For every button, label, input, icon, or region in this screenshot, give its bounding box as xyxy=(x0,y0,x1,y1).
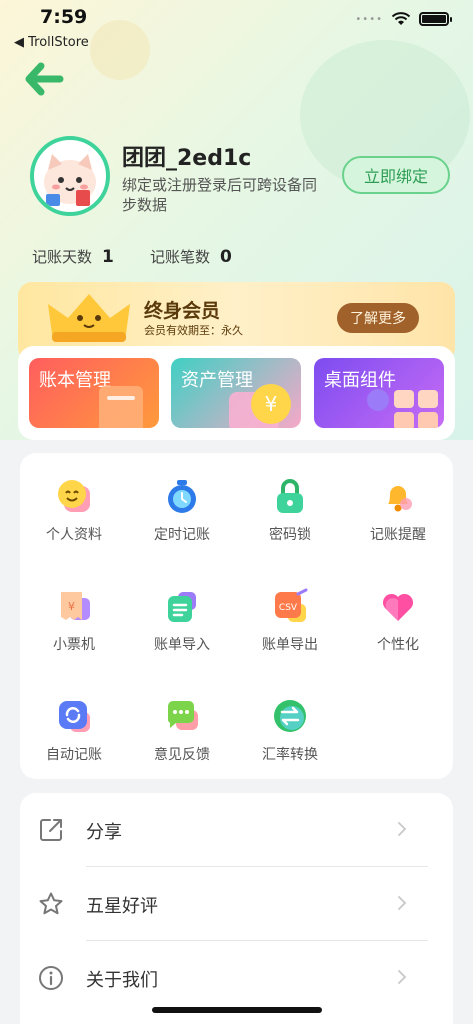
stat-entries-label: 记账笔数 xyxy=(150,248,211,266)
grid-item-passcode[interactable]: 密码锁 xyxy=(236,458,344,543)
svg-text:CSV: CSV xyxy=(279,603,298,613)
back-to-app-link[interactable]: ◀ TrollStore xyxy=(14,35,89,50)
stat-days: 记账天数 1 xyxy=(32,246,114,267)
avatar[interactable] xyxy=(30,136,110,216)
chat-bubble-icon xyxy=(167,701,198,730)
wifi-icon xyxy=(391,12,411,25)
grid-label: 密码锁 xyxy=(269,527,311,543)
grid-label: 个人资料 xyxy=(46,527,102,543)
grid-item-auto-bookkeeping[interactable]: 自动记账 xyxy=(20,678,128,763)
chevron-right-icon xyxy=(398,970,407,984)
feature-desktop-widget[interactable]: 桌面组件 xyxy=(314,358,444,428)
list-item-about-us[interactable]: 关于我们 xyxy=(20,941,433,1015)
bind-hint-text: 绑定或注册登录后可跨设备同步数据 xyxy=(122,176,318,214)
list-item-label: 五星好评 xyxy=(86,896,158,917)
stat-entries: 记账笔数 0 xyxy=(150,246,232,267)
bind-now-button[interactable]: 立即绑定 xyxy=(342,156,450,194)
csv-export-icon: CSV xyxy=(275,588,308,622)
grid-label: 记账提醒 xyxy=(370,527,426,543)
auto-refresh-icon xyxy=(59,701,90,732)
chevron-right-icon xyxy=(398,896,407,910)
exchange-icon xyxy=(274,700,306,732)
stat-days-value: 1 xyxy=(102,247,114,267)
list-item-rate-five-stars[interactable]: 五星好评 xyxy=(20,867,433,941)
heart-icon xyxy=(382,593,414,621)
grid-label: 汇率转换 xyxy=(262,747,318,763)
cellular-signal-icon: •••• xyxy=(355,13,383,25)
grid-label: 个性化 xyxy=(377,637,419,653)
ledger-book-icon xyxy=(99,386,143,428)
import-doc-icon xyxy=(168,592,196,622)
star-icon xyxy=(39,892,63,915)
widget-tiles-icon xyxy=(367,389,438,428)
grid-item-bill-import[interactable]: 账单导入 xyxy=(128,568,236,653)
stat-entries-value: 0 xyxy=(220,247,232,267)
list-item-label: 关于我们 xyxy=(86,970,158,991)
list-item-label: 分享 xyxy=(86,822,122,843)
grid-item-scheduled[interactable]: 定时记账 xyxy=(128,458,236,543)
home-indicator[interactable] xyxy=(152,1007,322,1013)
feature-ledger-management[interactable]: 账本管理 xyxy=(29,358,159,428)
status-time: 7:59 xyxy=(40,6,88,28)
grid-item-reminder[interactable]: 记账提醒 xyxy=(344,458,452,543)
svg-text:¥: ¥ xyxy=(265,392,278,416)
bell-icon xyxy=(388,486,412,512)
grid-label: 小票机 xyxy=(53,637,95,653)
back-arrow-icon[interactable] xyxy=(24,60,64,98)
grid-item-profile[interactable]: 个人资料 xyxy=(20,458,128,543)
username: 团团_2ed1c xyxy=(122,146,252,171)
stopwatch-icon xyxy=(168,480,196,513)
list-item-share[interactable]: 分享 xyxy=(20,793,433,867)
battery-icon xyxy=(419,12,452,26)
chevron-right-icon xyxy=(398,822,407,836)
vip-expiry: 会员有效期至：永久 xyxy=(144,324,243,337)
grid-label: 定时记账 xyxy=(154,527,210,543)
share-icon xyxy=(40,819,62,841)
grid-item-bill-export[interactable]: CSV 账单导出 xyxy=(236,568,344,653)
grid-item-exchange-rate[interactable]: 汇率转换 xyxy=(236,678,344,763)
receipt-icon: ¥ xyxy=(61,592,90,620)
lock-icon xyxy=(277,479,303,513)
grid-label: 意见反馈 xyxy=(154,747,210,763)
smile-face-icon xyxy=(58,480,90,512)
grid-item-feedback[interactable]: 意见反馈 xyxy=(128,678,236,763)
svg-text:¥: ¥ xyxy=(68,600,75,613)
grid-label: 账单导入 xyxy=(154,637,210,653)
vip-title: 终身会员 xyxy=(144,300,221,322)
wallet-coin-icon: ¥ xyxy=(229,384,291,428)
grid-item-personalize[interactable]: 个性化 xyxy=(344,568,452,653)
learn-more-button[interactable]: 了解更多 xyxy=(337,303,419,333)
stat-days-label: 记账天数 xyxy=(32,248,93,266)
grid-label: 自动记账 xyxy=(46,747,102,763)
background-coin-shape xyxy=(90,20,150,80)
crown-icon xyxy=(48,294,130,342)
grid-item-receipt-printer[interactable]: ¥ 小票机 xyxy=(20,568,128,653)
status-icons: •••• xyxy=(355,12,452,26)
feature-asset-management[interactable]: 资产管理 ¥ xyxy=(171,358,301,428)
grid-label: 账单导出 xyxy=(262,637,318,653)
info-icon xyxy=(39,966,63,990)
